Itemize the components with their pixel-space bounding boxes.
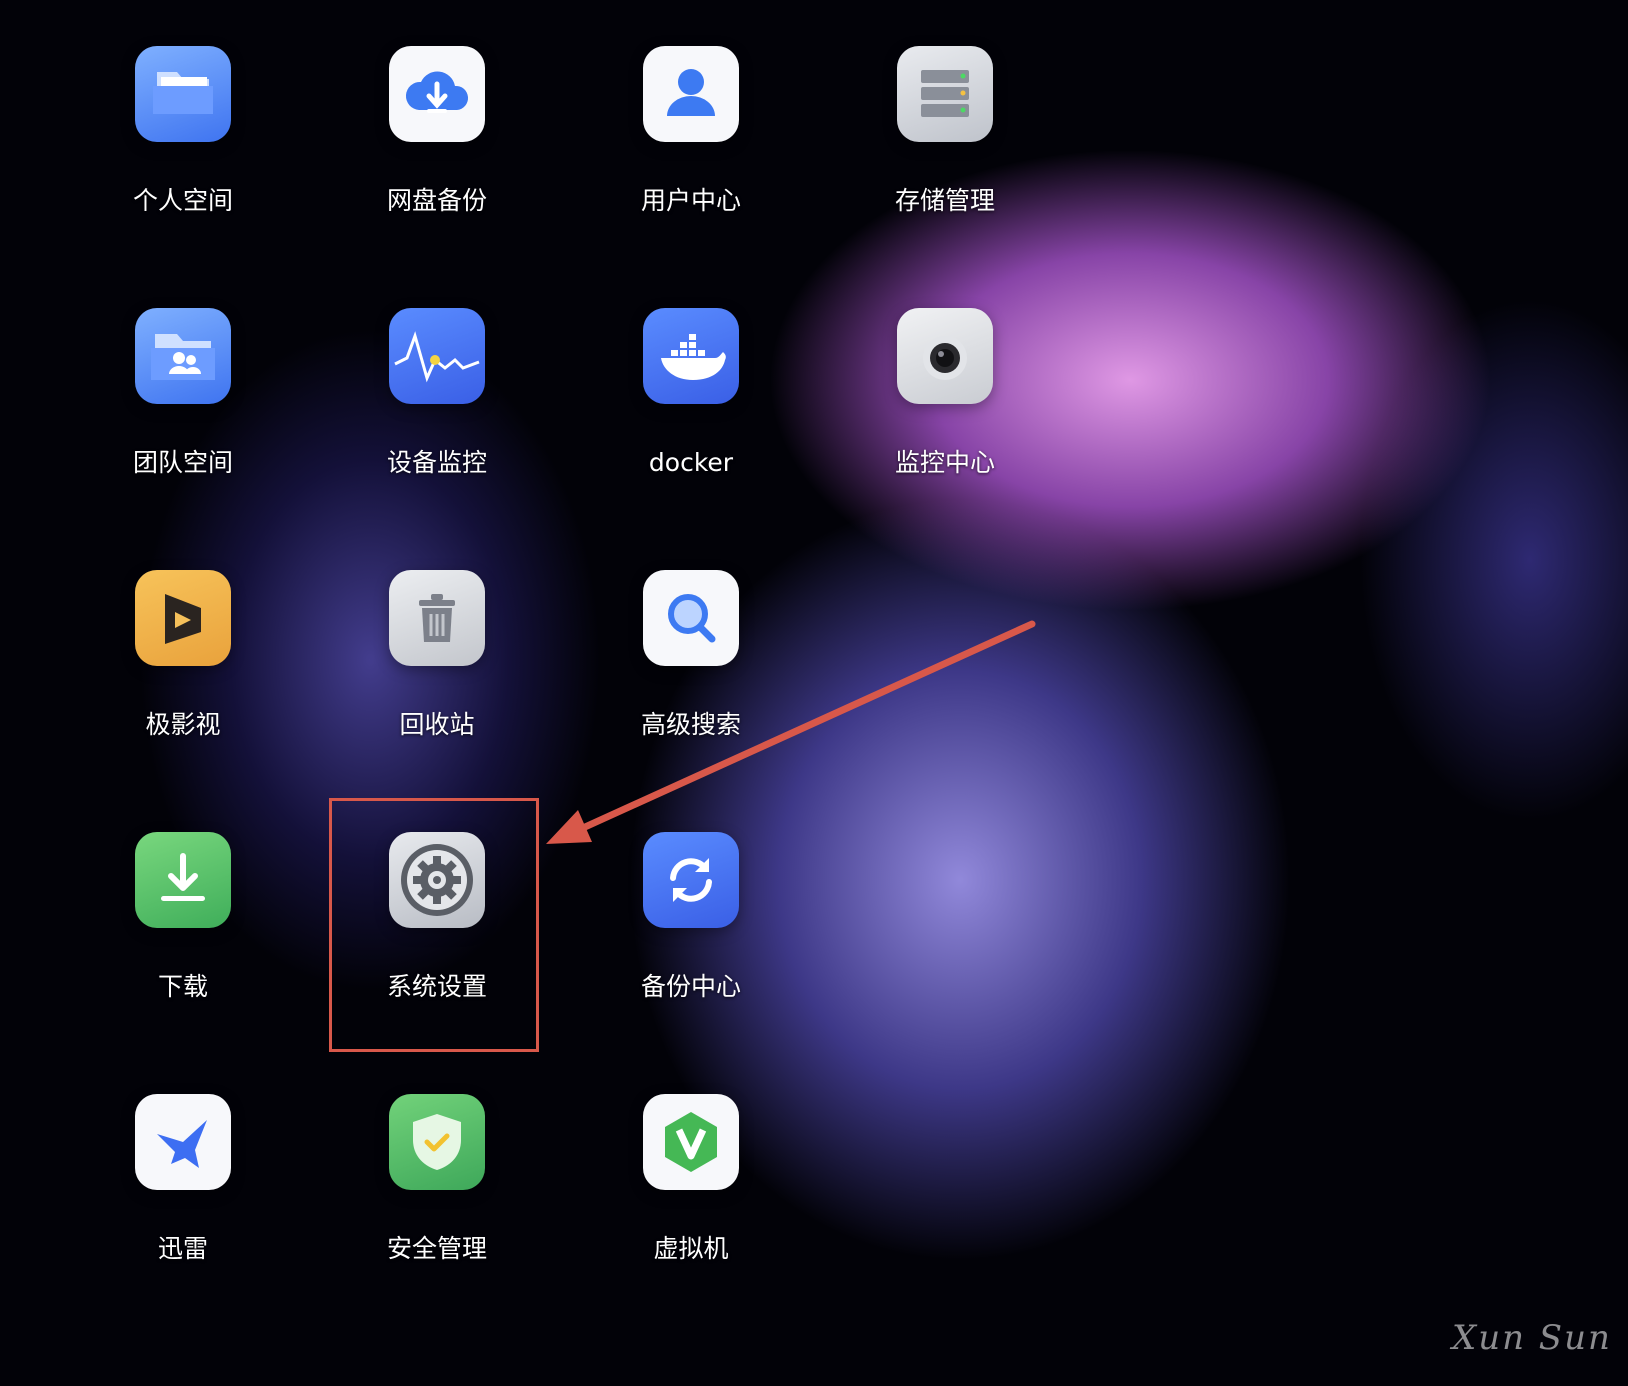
annotation-arrow: [546, 620, 1036, 844]
signature: Xun Sun: [1452, 1318, 1612, 1358]
